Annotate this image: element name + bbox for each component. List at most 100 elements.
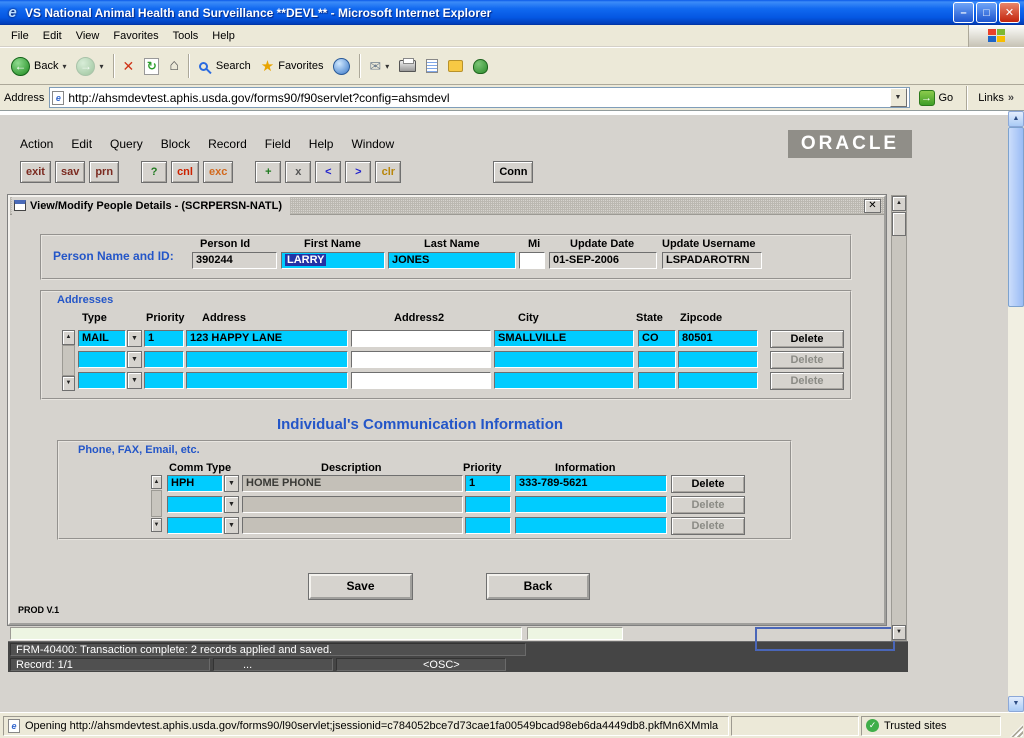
delete-address-button[interactable]: Delete [770,330,844,348]
refresh-button[interactable]: ↻ [139,55,164,78]
address-type-field[interactable] [78,351,126,368]
maximize-button[interactable]: □ [976,2,997,23]
forms-toolbar-button-clear[interactable]: clr [375,161,401,183]
first-name-field[interactable]: LARRY [281,252,385,269]
address-field[interactable]: 123 HAPPY LANE [186,330,348,347]
mdi-titlebar[interactable]: View/Modify People Details - (SCRPERSN-N… [10,197,884,215]
menu-help[interactable]: Help [205,27,242,45]
zipcode-field[interactable]: 80501 [678,330,758,347]
history-button[interactable] [328,55,355,78]
address-field[interactable] [186,372,348,389]
comm-description-field[interactable]: HOME PHONE [242,475,463,492]
address-priority-field[interactable] [144,351,184,368]
forms-menu-help[interactable]: Help [307,136,336,152]
address-type-dropdown-button[interactable]: ▼ [127,330,142,347]
messenger-button[interactable] [468,56,493,77]
forms-toolbar-button-help[interactable]: ? [141,161,167,183]
forms-toolbar-button-save[interactable]: sav [55,161,85,183]
comm-priority-field[interactable] [465,496,511,513]
address-type-field[interactable] [78,372,126,389]
back-dropdown-icon[interactable]: ▾ [62,62,66,71]
state-field[interactable] [638,351,676,368]
forms-toolbar-button-cancel[interactable]: cnl [171,161,199,183]
city-field[interactable] [494,372,634,389]
save-button[interactable]: Save [309,574,412,599]
forms-menu-query[interactable]: Query [108,136,145,152]
forward-dropdown-icon[interactable]: ▾ [99,62,103,71]
forms-menu-block[interactable]: Block [159,136,192,152]
address2-field[interactable] [351,330,491,347]
address-type-dropdown-button[interactable]: ▼ [127,372,142,389]
browser-scroll-down-button[interactable]: ▼ [1008,696,1024,712]
forms-scroll-up-button[interactable]: ▲ [892,196,906,211]
comm-priority-field[interactable]: 1 [465,475,511,492]
forms-toolbar-button-insert[interactable]: + [255,161,281,183]
go-button[interactable]: → Go [915,90,958,106]
person-id-field[interactable]: 390244 [192,252,277,269]
mi-field[interactable] [519,252,545,269]
browser-scrollbar[interactable]: ▲ ▼ [1008,111,1024,712]
forms-toolbar-button-next[interactable]: > [345,161,371,183]
forms-toolbar-button-previous[interactable]: < [315,161,341,183]
comm-scrollbar-track[interactable] [151,490,162,517]
address-type-dropdown-button[interactable]: ▼ [127,351,142,368]
close-button[interactable]: ✕ [999,2,1020,23]
menu-file[interactable]: File [4,27,36,45]
comm-information-field[interactable]: 333-789-5621 [515,475,667,492]
home-button[interactable]: ⌂ [164,54,184,78]
comm-type-field[interactable] [167,496,223,513]
update-username-field[interactable]: LSPADAROTRN [662,252,762,269]
comm-type-field[interactable] [167,517,223,534]
forms-toolbar-button-conn[interactable]: Conn [493,161,533,183]
forms-scroll-down-button[interactable]: ▼ [892,625,906,640]
address-type-field[interactable]: MAIL [78,330,126,347]
forms-scrollbar[interactable]: ▲ ▼ [891,195,907,641]
forms-scrollbar-thumb[interactable] [892,212,906,236]
favorites-button[interactable]: ★ Favorites [256,54,329,78]
comm-type-dropdown-button[interactable]: ▼ [224,496,239,513]
stop-button[interactable]: ✕ [118,56,140,76]
links-button[interactable]: Links » [976,92,1020,104]
back-form-button[interactable]: Back [487,574,589,599]
address-scroll-down-button[interactable]: ▼ [62,376,75,391]
update-date-field[interactable]: 01-SEP-2006 [549,252,657,269]
last-name-field[interactable]: JONES [388,252,516,269]
browser-scrollbar-thumb[interactable] [1008,127,1024,307]
address2-field[interactable] [351,372,491,389]
comm-information-field[interactable] [515,496,667,513]
menu-tools[interactable]: Tools [166,27,206,45]
browser-scroll-up-button[interactable]: ▲ [1008,111,1024,127]
menu-edit[interactable]: Edit [36,27,69,45]
resize-grip[interactable] [1010,724,1023,737]
address-input[interactable] [68,91,885,105]
mail-button[interactable]: ✉ ▾ [364,56,394,76]
forms-menu-edit[interactable]: Edit [69,136,94,152]
state-field[interactable] [638,372,676,389]
comm-scroll-down-button[interactable]: ▼ [151,518,162,532]
comm-priority-field[interactable] [465,517,511,534]
comm-type-field[interactable]: HPH [167,475,223,492]
minimize-button[interactable]: – [953,2,974,23]
address-scrollbar-track[interactable] [62,345,75,376]
state-field[interactable]: CO [638,330,676,347]
city-field[interactable]: SMALLVILLE [494,330,634,347]
comm-description-field[interactable] [242,496,463,513]
forms-menu-action[interactable]: Action [18,136,55,152]
address-priority-field[interactable] [144,372,184,389]
back-button[interactable]: ← Back ▾ [6,54,71,79]
address-field[interactable] [186,351,348,368]
search-button[interactable]: Search [193,57,256,76]
zipcode-field[interactable] [678,372,758,389]
comm-description-field[interactable] [242,517,463,534]
mail-dropdown-icon[interactable]: ▾ [385,62,389,71]
delete-comm-button[interactable]: Delete [671,475,745,493]
forms-toolbar-button-exit[interactable]: exit [20,161,51,183]
address2-field[interactable] [351,351,491,368]
forms-toolbar-button-execute[interactable]: exc [203,161,233,183]
comm-type-dropdown-button[interactable]: ▼ [224,517,239,534]
print-button[interactable] [394,57,421,75]
forms-toolbar-button-remove[interactable]: x [285,161,311,183]
forward-button[interactable]: → ▾ [71,54,108,79]
address-priority-field[interactable]: 1 [144,330,184,347]
city-field[interactable] [494,351,634,368]
